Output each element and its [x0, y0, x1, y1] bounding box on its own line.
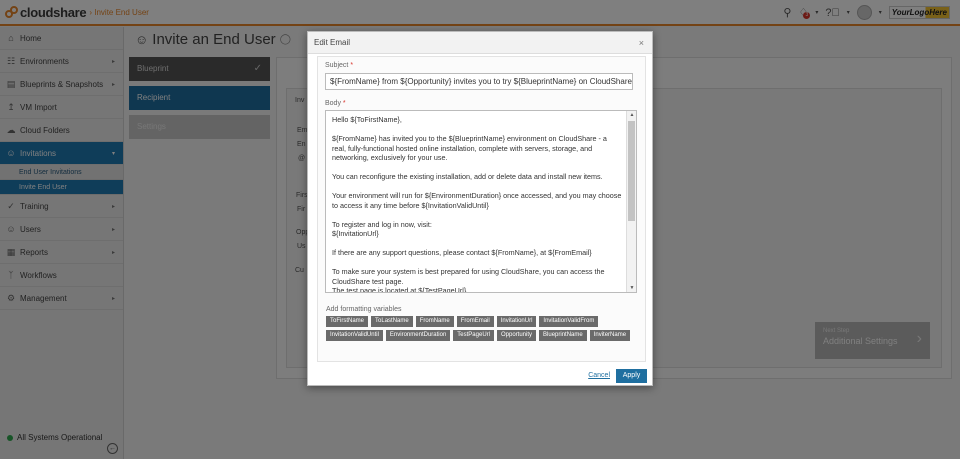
cancel-button[interactable]: Cancel — [588, 372, 610, 379]
variable-chip[interactable]: Opportunity — [496, 330, 537, 341]
dialog-body: Subject * ${FromName} from ${Opportunity… — [317, 56, 646, 362]
body-paragraph: You can reconfigure the existing install… — [332, 172, 603, 181]
body-paragraph: If there are any support questions, plea… — [332, 248, 592, 257]
body-label: Body * — [325, 100, 346, 107]
subject-input[interactable]: ${FromName} from ${Opportunity} invites … — [325, 73, 633, 90]
variable-chip[interactable]: TestPageUrl — [453, 330, 494, 341]
variables-list: ToFirstName ToLastName FromName FromEmai… — [326, 316, 644, 341]
variable-chip[interactable]: InvitationUrl — [496, 316, 537, 327]
subject-label: Subject * — [325, 62, 354, 69]
scroll-down-icon[interactable]: ▼ — [628, 284, 636, 292]
edit-email-dialog: Edit Email × Subject * ${FromName} from … — [307, 31, 653, 386]
body-paragraph: To register and log in now, visit: ${Inv… — [332, 219, 432, 239]
body-content: Hello ${ToFirstName}, ${FromName} has in… — [332, 115, 622, 293]
dialog-footer: Cancel Apply — [308, 366, 652, 386]
dialog-title: Edit Email — [314, 38, 351, 47]
dialog-header: Edit Email × — [308, 32, 652, 54]
body-paragraph: Hello ${ToFirstName}, — [332, 115, 402, 124]
body-paragraph: ${FromName} has invited you to the ${Blu… — [332, 134, 607, 162]
variables-label: Add formatting variables — [326, 306, 402, 313]
variable-chip[interactable]: FromEmail — [456, 316, 494, 327]
body-paragraph: To make sure your system is best prepare… — [332, 267, 605, 293]
variable-chip[interactable]: BlueprintName — [539, 330, 587, 341]
variable-chip[interactable]: FromName — [415, 316, 454, 327]
scroll-up-icon[interactable]: ▲ — [628, 111, 636, 119]
variable-chip[interactable]: InvitationValidUntil — [326, 330, 383, 341]
body-paragraph: Your environment will run for ${Environm… — [332, 191, 622, 210]
body-textarea[interactable]: Hello ${ToFirstName}, ${FromName} has in… — [325, 110, 637, 293]
scroll-thumb[interactable] — [628, 121, 635, 221]
variable-chip[interactable]: InviterName — [589, 330, 631, 341]
variable-chip[interactable]: ToFirstName — [326, 316, 369, 327]
apply-button[interactable]: Apply — [616, 369, 647, 383]
variable-chip[interactable]: EnvironmentDuration — [385, 330, 451, 341]
close-icon[interactable]: × — [639, 32, 644, 54]
variable-chip[interactable]: InvitationValidFrom — [539, 316, 599, 327]
variable-chip[interactable]: ToLastName — [371, 316, 413, 327]
body-scrollbar[interactable]: ▲ ▼ — [626, 111, 636, 292]
